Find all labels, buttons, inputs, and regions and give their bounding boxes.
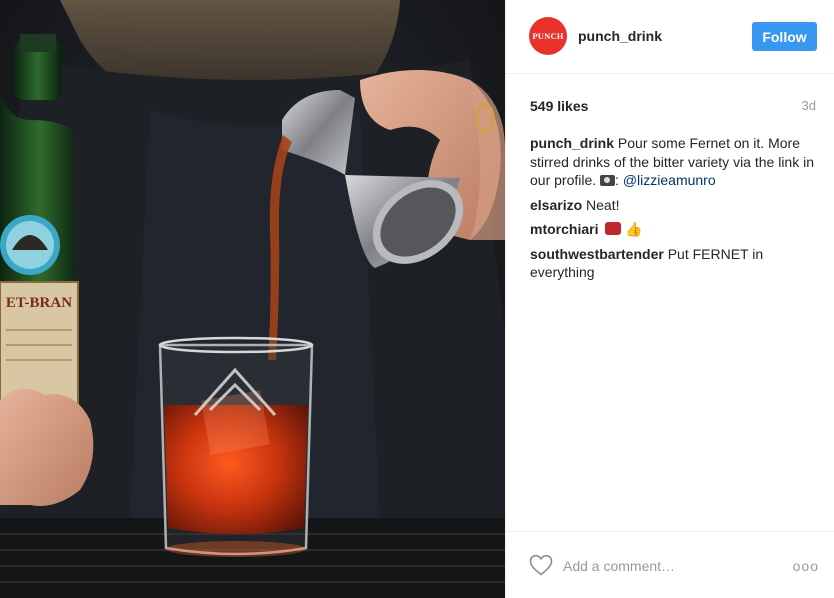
emoji-icon — [605, 222, 622, 235]
comment-username[interactable]: mtorchiari — [530, 221, 598, 237]
list-item: mtorchiari 👍 — [530, 220, 820, 239]
comments-list: punch_drink Pour some Fernet on it. More… — [530, 134, 820, 288]
comment-bar: ooo — [506, 531, 834, 598]
comment-username[interactable]: southwestbartender — [530, 246, 664, 262]
thumbs-up-icon: 👍 — [625, 221, 643, 237]
bottle-label-text: ET-BRAN — [6, 295, 72, 311]
comment-username[interactable]: punch_drink — [530, 135, 614, 151]
list-item: elsarizo Neat! — [530, 196, 820, 215]
comment-separator: : — [615, 172, 623, 188]
post-time[interactable]: 3d — [802, 98, 816, 113]
add-comment-input[interactable] — [563, 556, 778, 576]
mention-link[interactable]: @lizzieamunro — [623, 172, 716, 188]
heart-icon[interactable] — [529, 554, 553, 576]
comment-text: Neat! — [586, 196, 620, 213]
likes-count[interactable]: 549 likes — [530, 98, 588, 114]
cocktail-photo: ET-BRAN — [0, 0, 505, 598]
avatar[interactable]: PUNCH — [529, 17, 567, 55]
username-link[interactable]: punch_drink — [578, 28, 662, 44]
avatar-text: PUNCH — [532, 31, 564, 41]
more-options-icon[interactable]: ooo — [793, 558, 819, 574]
follow-button[interactable]: Follow — [752, 22, 817, 51]
post-sidebar: PUNCH punch_drink Follow 549 likes 3d pu… — [505, 0, 834, 598]
camera-icon — [600, 175, 616, 186]
post-header: PUNCH punch_drink Follow — [506, 0, 834, 74]
caption-comment: punch_drink Pour some Fernet on it. More… — [530, 134, 820, 190]
list-item: southwestbartender Put FERNET in everyth… — [530, 245, 820, 282]
comment-username[interactable]: elsarizo — [530, 197, 582, 213]
post-photo[interactable]: ET-BRAN — [0, 0, 505, 598]
